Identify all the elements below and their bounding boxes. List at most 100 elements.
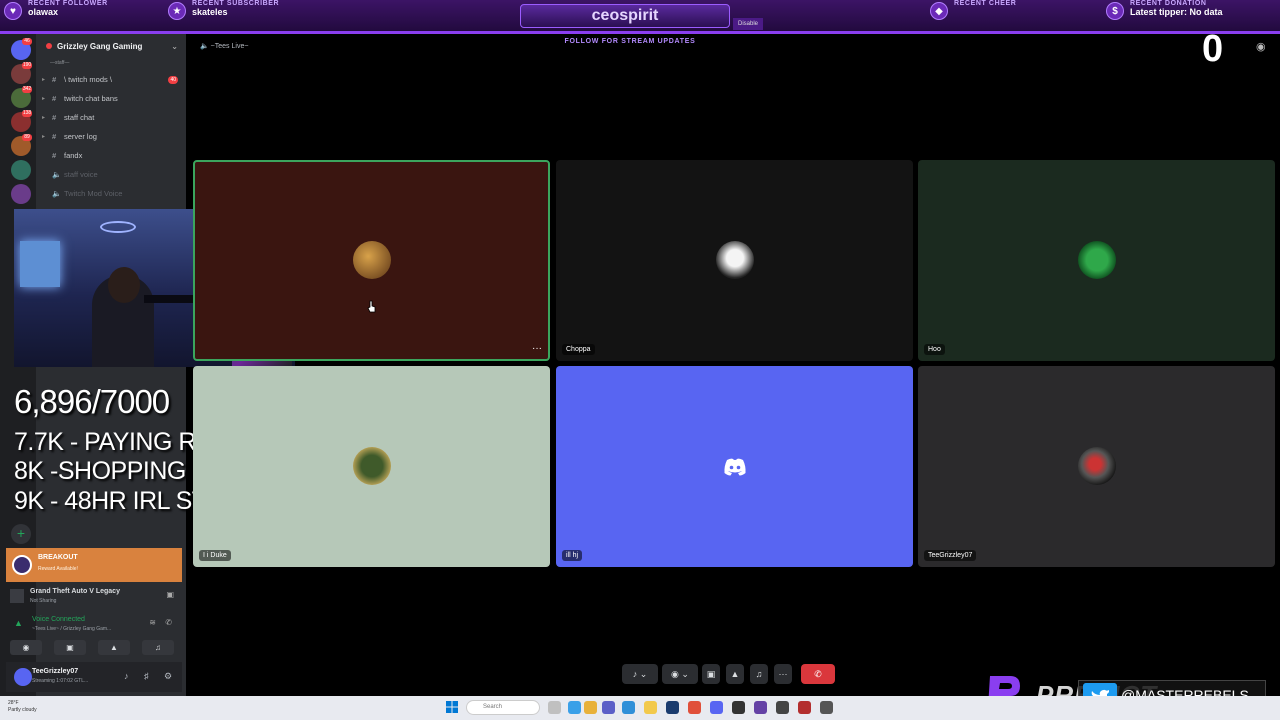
app-icon[interactable] [754,701,767,714]
follow-banner: FOLLOW FOR STREAM UPDATES [564,38,696,45]
speaker-icon: 🔈 [200,43,209,50]
activity-banner[interactable]: BREAKOUT Reward Available! [6,548,182,582]
speaker-icon: 🔈 [52,170,62,179]
recent-follower-label: RECENT FOLLOWER [28,0,108,7]
app-icon[interactable] [776,701,789,714]
activity-button[interactable]: ▲ [98,640,130,655]
discord-logo-icon [723,458,746,475]
server-badge: 190 [22,62,32,69]
mute-button[interactable]: ♪ ⌄ [622,664,658,684]
avatar [1077,240,1116,279]
donation-icon: $ [1106,2,1124,20]
server-badge: 89 [22,134,32,141]
teams-icon[interactable] [602,701,615,714]
participant-name: ill hj [562,550,583,561]
more-options-button[interactable]: ··· [774,664,792,684]
app-icon[interactable] [820,701,833,714]
recent-subscriber-alert: ★ RECENT SUBSCRIBER skateles [164,0,354,24]
noise-suppression-icon[interactable]: ≋ [149,618,156,627]
channel-server-log[interactable]: ▸ # server log [42,129,182,145]
sub-goal-count: 6,896/7000 [14,383,170,420]
app-icon[interactable] [584,701,597,714]
hand-cursor-icon [367,300,376,313]
expand-arrow-icon: ▸ [42,115,46,121]
hash-icon: # [52,94,57,103]
app-icon[interactable] [798,701,811,714]
participant-tile[interactable]: Hoo [918,160,1275,361]
hash-icon: # [52,151,57,160]
hash-icon: # [52,113,57,122]
app-icon[interactable] [568,701,581,714]
voice-status: Voice Connected [32,616,85,623]
channel-label: staff chat [64,113,95,122]
edge-icon[interactable] [622,701,635,714]
participant-tile[interactable]: TeeGrizzley07 [918,366,1275,567]
camera-toggle-button[interactable]: ◉ ⌄ [662,664,698,684]
participant-name: I i Duke [199,550,231,561]
channel-label: Twitch Mod Voice [64,189,123,198]
app-icon[interactable] [688,701,701,714]
weather-widget[interactable]: 28°F Partly cloudy [8,700,37,714]
channel-staff-voice[interactable]: 🔈 staff voice [42,167,182,183]
add-server-icon[interactable]: + [11,524,31,544]
channel-twitch-chat-bans[interactable]: ▸ # twitch chat bans [42,91,182,107]
avatar[interactable] [14,668,32,686]
screen-share-button[interactable]: ▣ [702,664,720,684]
background-monitor [20,241,60,287]
server-icon[interactable] [11,160,31,180]
soundboard-button[interactable]: ♫ [142,640,174,655]
stream-overlay-topbar: ♥ RECENT FOLLOWER olawax ★ RECENT SUBSCR… [0,0,1280,34]
activity-subtitle: Reward Available! [38,566,78,572]
more-options-icon[interactable]: ··· [532,344,542,354]
activity-title: BREAKOUT [38,554,78,561]
channel-staff-chat[interactable]: ▸ # staff chat [42,110,182,126]
activity-avatar [12,555,32,575]
participant-tile[interactable]: ··· [193,160,550,361]
microphone-icon[interactable]: ♪ [124,671,129,681]
game-icon [10,589,24,603]
disconnect-icon[interactable]: ✆ [165,618,172,627]
signal-icon: ▲ [14,618,23,628]
gear-icon[interactable]: ⚙ [164,671,172,682]
camera-button[interactable]: ◉ [10,640,42,655]
obs-icon[interactable] [732,701,745,714]
recent-donation-value: Latest tipper: No data [1130,7,1223,17]
chevron-down-icon[interactable]: ⌄ [171,42,178,51]
activities-button[interactable]: ▲ [726,664,744,684]
screen-share-icon[interactable]: ▣ [166,590,174,599]
channel-twitch-mods[interactable]: ▸ # \ twitch mods \ 40 [42,72,182,88]
cheer-icon: ◆ [930,2,948,20]
user-panel: TeeGrizzley07 Streaming 1:07:02 GTL... ♪… [6,662,182,692]
channel-label: server log [64,132,97,141]
screen-share-button[interactable]: ▣ [54,640,86,655]
channel-fandx[interactable]: # fandx [42,148,182,164]
server-header[interactable]: Grizzley Gang Gaming ⌄ [46,42,182,51]
channel-label: fandx [64,151,83,160]
recent-cheer-label: RECENT CHEER [954,0,1017,7]
server-badge: 342 [22,86,32,93]
headphones-icon[interactable]: ♯ [144,671,149,681]
participant-tile[interactable]: Choppa [556,160,913,361]
voice-action-buttons: ◉ ▣ ▲ ♫ [10,640,178,656]
chat-bubble-icon[interactable]: ◉ [1256,40,1268,53]
channel-twitch-mod-voice[interactable]: 🔈 Twitch Mod Voice [42,186,182,202]
windows-start-icon[interactable] [446,701,458,713]
server-icon[interactable] [11,184,31,204]
avatar [1077,446,1116,485]
voice-connection-panel: ▲ Voice Connected ~Tees Live~ / Grizzley… [10,614,178,636]
weather-desc: Partly cloudy [8,707,37,713]
recent-subscriber-label: RECENT SUBSCRIBER [192,0,280,7]
channel-label: staff voice [64,170,98,179]
soundboard-button[interactable]: ♫ [750,664,768,684]
participant-tile[interactable]: ill hj [556,366,913,567]
taskbar-search-input[interactable]: Search [466,700,540,715]
participant-tile[interactable]: I i Duke [193,366,550,567]
mention-badge: 40 [168,76,178,84]
call-channel-name: ~Tees Live~ [210,43,249,50]
voice-location: ~Tees Live~ / Grizzley Gang Gam... [32,626,112,632]
disconnect-button[interactable]: ✆ [801,664,835,684]
steam-icon[interactable] [666,701,679,714]
file-explorer-icon[interactable] [644,701,657,714]
discord-icon[interactable] [710,701,723,714]
task-view-icon[interactable] [548,701,561,714]
